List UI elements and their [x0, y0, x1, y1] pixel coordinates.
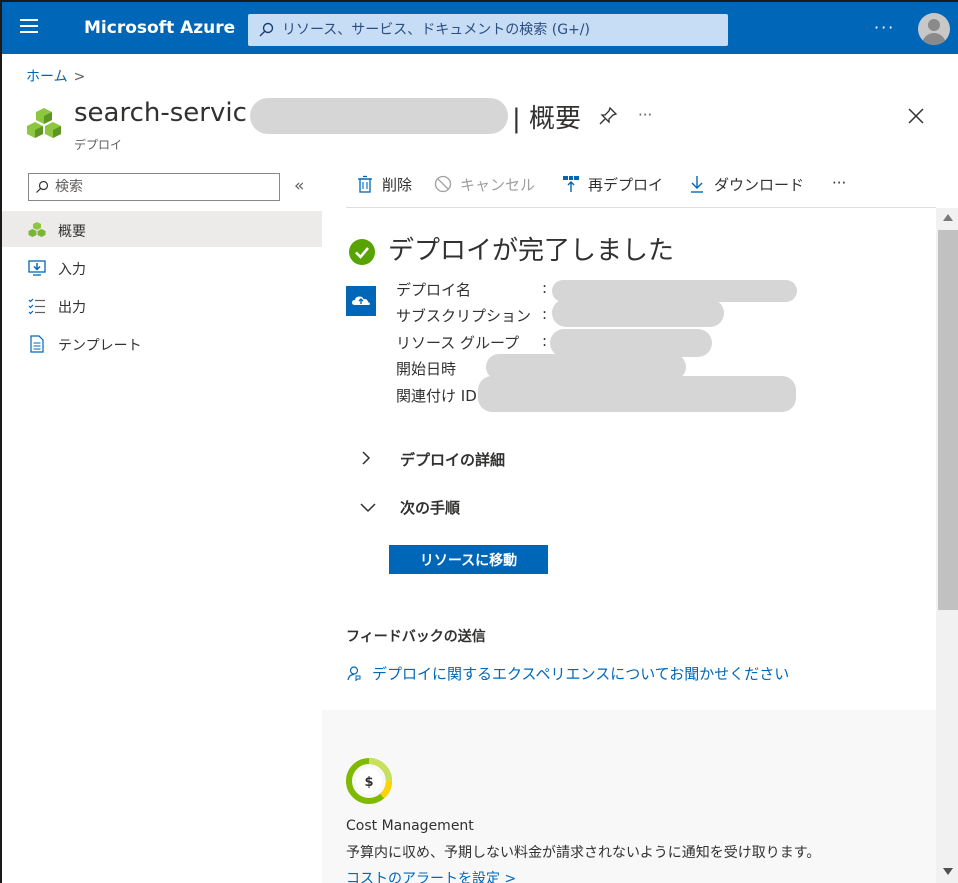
vertical-scrollbar[interactable] [936, 208, 958, 883]
deployment-icon [28, 222, 46, 237]
avatar[interactable] [918, 13, 950, 45]
next-steps-label: 次の手順 [400, 499, 461, 517]
redacted-title [250, 98, 508, 134]
feedback-link-label: デプロイに関するエクスペリエンスについてお聞かせください [372, 665, 790, 683]
redeploy-icon [563, 176, 579, 192]
search-icon [36, 180, 49, 193]
scrollbar-thumb[interactable] [938, 230, 958, 610]
title-more-button[interactable]: ··· [638, 106, 652, 124]
prop-colon: : [542, 279, 548, 297]
menu-icon[interactable] [20, 19, 38, 33]
sidebar-item-overview[interactable]: 概要 [2, 211, 322, 247]
prop-resource-group-label: リソース グループ [396, 334, 520, 352]
prop-correlation-id-label: 関連付け ID [396, 387, 477, 405]
portal-window: Microsoft Azure ··· ホーム > search-servic |… [0, 0, 958, 883]
next-steps-toggle[interactable]: 次の手順 [360, 497, 460, 518]
collapse-nav-button[interactable]: « [294, 176, 304, 196]
nav-search-input[interactable] [55, 174, 275, 200]
sidebar-item-label: 入力 [58, 262, 86, 278]
feedback-icon [347, 666, 361, 681]
more-commands-button[interactable]: ··· [832, 174, 846, 198]
cost-management-title: Cost Management [346, 818, 474, 834]
breadcrumb-home[interactable]: ホーム [26, 69, 68, 85]
deployment-cloud-icon [346, 286, 376, 316]
settings-more-button[interactable]: ··· [874, 18, 895, 37]
svg-text:$: $ [364, 775, 373, 790]
chevron-right-icon: > [73, 69, 86, 85]
cancel-label: キャンセル [460, 176, 536, 194]
output-icon [28, 298, 45, 315]
go-to-resource-button[interactable]: リソースに移動 [389, 545, 548, 574]
delete-label: 削除 [382, 176, 413, 194]
close-icon[interactable] [906, 106, 926, 126]
redacted-value [552, 299, 724, 327]
download-button[interactable]: ダウンロード [688, 174, 804, 198]
sidebar-item-label: 出力 [58, 300, 86, 316]
search-icon [259, 22, 274, 37]
brand-title[interactable]: Microsoft Azure [84, 18, 235, 38]
template-icon [30, 335, 44, 353]
cancel-icon [434, 175, 452, 193]
delete-button[interactable]: 削除 [356, 174, 412, 198]
prop-colon: : [542, 332, 548, 350]
download-label: ダウンロード [714, 176, 805, 194]
nav-search[interactable] [28, 173, 280, 201]
cost-management-description: 予算内に収め、予期しない料金が請求されないように通知を受け取ります。 [346, 845, 821, 861]
cancel-button[interactable]: キャンセル [434, 174, 535, 198]
redeploy-button[interactable]: 再デプロイ [562, 174, 663, 198]
redacted-value [550, 329, 712, 357]
main-content: デプロイが完了しました デプロイ名 : サブスクリプション : リソース グルー… [322, 208, 936, 883]
sidebar-item-label: テンプレート [58, 338, 142, 354]
global-search[interactable] [248, 14, 728, 46]
prop-subscription-label: サブスクリプション [396, 307, 532, 325]
cost-management-card: $ Cost Management 予算内に収め、予期しない料金が請求されないよ… [322, 710, 936, 883]
sidebar-item-input[interactable]: 入力 [2, 249, 322, 285]
global-search-input[interactable] [282, 14, 722, 46]
sidebar-item-label: 概要 [58, 224, 86, 240]
scroll-up-arrow-icon[interactable] [943, 214, 953, 221]
pin-icon[interactable] [598, 106, 618, 126]
page-title: search-servic [74, 98, 247, 128]
prop-colon: : [542, 305, 548, 323]
cost-alert-link[interactable]: コストのアラートを設定 > [346, 868, 516, 883]
prop-start-time-label: 開始日時 [396, 360, 457, 378]
cost-management-icon: $ [346, 758, 392, 804]
sidebar-item-template[interactable]: テンプレート [2, 325, 322, 361]
feedback-link[interactable]: デプロイに関するエクスペリエンスについてお聞かせください [346, 663, 789, 684]
command-bar: 削除 キャンセル 再デプロイ ダウンロード ··· [346, 168, 936, 208]
page-title-suffix: | 概要 [512, 104, 582, 134]
scroll-down-arrow-icon[interactable] [943, 868, 953, 875]
breadcrumb: ホーム > [26, 66, 85, 86]
sidebar-item-output[interactable]: 出力 [2, 287, 322, 323]
top-bar: Microsoft Azure ··· [2, 2, 958, 54]
chevron-right-icon [360, 451, 400, 469]
success-check-icon [349, 239, 375, 265]
chevron-down-icon [360, 499, 400, 517]
deployment-details-label: デプロイの詳細 [400, 451, 506, 469]
deployment-status-title: デプロイが完了しました [388, 236, 675, 266]
trash-icon [358, 175, 372, 193]
deployment-details-toggle[interactable]: デプロイの詳細 [360, 449, 505, 470]
prop-deployment-name-label: デプロイ名 [396, 281, 472, 299]
deployment-icon [27, 108, 61, 138]
redacted-value [478, 376, 796, 412]
page-subtitle: デプロイ [74, 138, 123, 152]
download-icon [691, 176, 703, 193]
input-icon [28, 260, 46, 276]
feedback-heading: フィードバックの送信 [346, 629, 486, 645]
redeploy-label: 再デプロイ [588, 176, 664, 194]
